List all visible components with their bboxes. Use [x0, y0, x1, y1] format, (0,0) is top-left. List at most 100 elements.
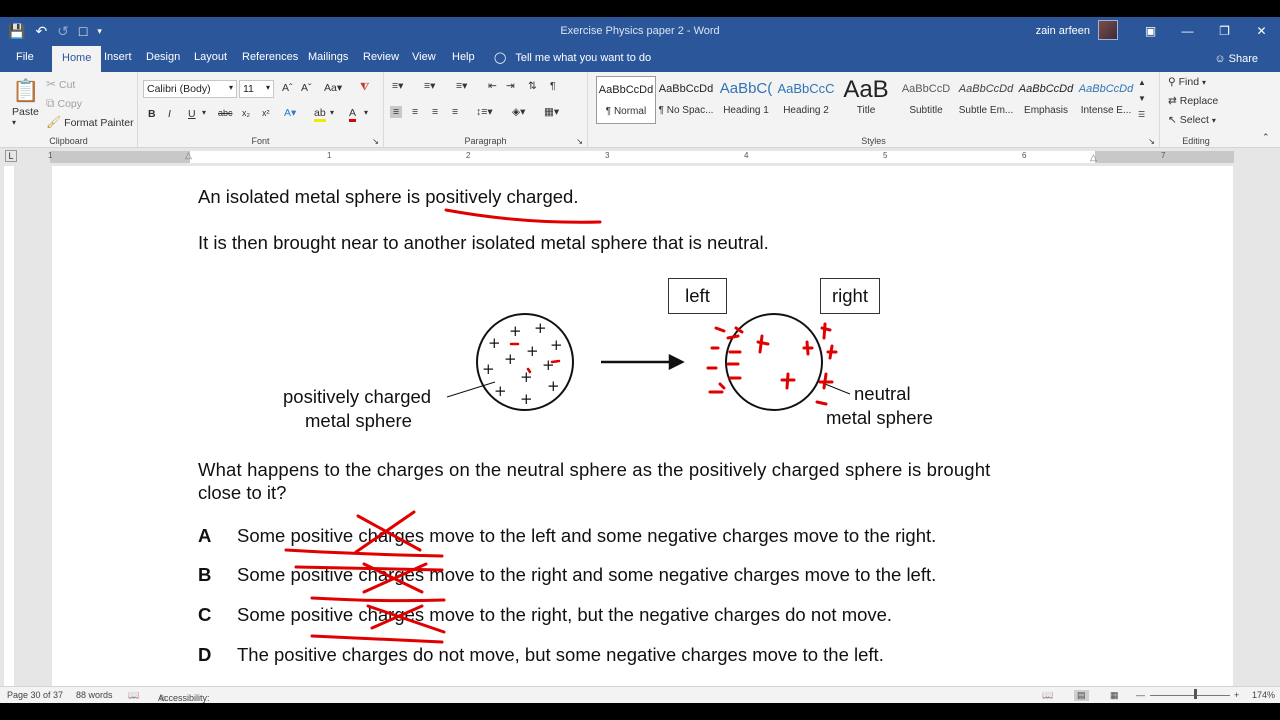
style-heading-1[interactable]: AaBbC(Heading 1 — [716, 76, 776, 124]
zoom-in-icon[interactable]: + — [1234, 690, 1239, 700]
tab-insert[interactable]: Insert — [104, 51, 132, 63]
share-button[interactable]: ☺ Share — [1214, 53, 1258, 65]
style-normal[interactable]: AaBbCcDd ¶ Normal — [596, 76, 656, 124]
underline-icon[interactable]: U — [188, 108, 196, 120]
font-size-select[interactable]: 11 ▾ — [239, 80, 274, 98]
align-center-icon[interactable]: ≡ — [412, 106, 418, 118]
option-c-text: Some positive charges move to the right,… — [237, 604, 893, 625]
font-color-icon[interactable]: A — [349, 107, 357, 122]
change-case-icon[interactable]: Aa▾ — [324, 82, 342, 94]
styles-scroll-down-icon[interactable]: ▼ — [1138, 94, 1146, 103]
borders-icon[interactable]: ▦▾ — [544, 106, 559, 118]
tab-mailings[interactable]: Mailings — [308, 51, 348, 63]
paste-button[interactable]: Paste — [12, 106, 39, 118]
ribbon-display-options-icon[interactable]: ▣ — [1132, 17, 1169, 46]
increase-indent-icon[interactable]: ⇥ — [506, 80, 515, 92]
shrink-font-icon[interactable]: Aˇ — [301, 82, 312, 94]
align-right-icon[interactable]: ≡ — [432, 106, 438, 118]
proofing-icon[interactable]: 📖 — [128, 690, 139, 701]
vertical-ruler[interactable] — [0, 166, 18, 686]
zoom-slider[interactable] — [1150, 695, 1230, 696]
align-left-icon[interactable]: ≡ — [390, 106, 403, 118]
font-dialog-launcher-icon[interactable]: ↘ — [372, 137, 379, 146]
tab-design[interactable]: Design — [146, 51, 180, 63]
underline-dropdown-icon[interactable]: ▾ — [202, 108, 206, 117]
style-name: ¶ No Spac... — [658, 105, 714, 116]
collapse-ribbon-icon[interactable]: ⌃ — [1262, 132, 1270, 143]
bold-icon[interactable]: B — [148, 108, 156, 120]
cut-button[interactable]: ✂ Cut — [46, 77, 75, 91]
close-icon[interactable]: ✕ — [1243, 17, 1280, 46]
select-button[interactable]: ↖ Select ▾ — [1168, 114, 1216, 126]
format-painter-button[interactable]: 🖌 Format Painter — [46, 115, 134, 129]
word-count[interactable]: 88 words — [76, 690, 113, 700]
style-intense-emphasis[interactable]: AaBbCcDd Intense E... — [1076, 76, 1136, 124]
highlight-dropdown-icon[interactable]: ▾ — [330, 108, 334, 117]
page-indicator[interactable]: Page 30 of 37 — [7, 690, 63, 700]
tell-me-box[interactable]: ◯ Tell me what you want to do — [494, 51, 651, 64]
paste-icon[interactable]: 📋 — [12, 78, 39, 104]
tab-layout[interactable]: Layout — [194, 51, 227, 63]
user-name[interactable]: zain arfeen — [1036, 25, 1090, 37]
style-preview: AaBbCcC — [777, 81, 835, 96]
avatar[interactable] — [1098, 20, 1118, 40]
style-no-spacing[interactable]: AaBbCcDd ¶ No Spac... — [656, 76, 716, 124]
zoom-slider-thumb[interactable] — [1194, 689, 1197, 699]
style-title[interactable]: AaB Title — [836, 76, 896, 124]
styles-dialog-launcher-icon[interactable]: ↘ — [1148, 137, 1155, 146]
line-spacing-icon[interactable]: ↕≡▾ — [476, 106, 493, 118]
zoom-level[interactable]: 174% — [1252, 690, 1275, 700]
restore-icon[interactable]: ❐ — [1206, 17, 1243, 46]
tab-review[interactable]: Review — [363, 51, 399, 63]
web-layout-icon[interactable]: ▦ — [1110, 690, 1119, 701]
horizontal-ruler[interactable]: L 1 1 2 3 4 5 6 7 △ △ — [0, 148, 1280, 166]
minimize-icon[interactable]: — — [1169, 17, 1206, 46]
copy-button[interactable]: ⧉ Copy — [46, 96, 82, 111]
document-page[interactable]: An isolated metal sphere is positively c… — [52, 166, 1233, 686]
decrease-indent-icon[interactable]: ⇤ — [488, 80, 497, 92]
shading-icon[interactable]: ◈▾ — [512, 106, 525, 118]
paragraph-dialog-launcher-icon[interactable]: ↘ — [576, 137, 583, 146]
replace-button[interactable]: ⇄ Replace — [1168, 95, 1218, 107]
tab-references[interactable]: References — [242, 51, 298, 63]
text-effects-icon[interactable]: A▾ — [284, 107, 296, 119]
style-subtle-emphasis[interactable]: AaBbCcDd Subtle Em... — [956, 76, 1016, 124]
svg-text:+: + — [520, 368, 533, 386]
print-layout-icon[interactable]: ▤ — [1074, 690, 1089, 701]
numbering-icon[interactable]: ≡▾ — [424, 80, 435, 92]
svg-text:+: + — [547, 377, 560, 395]
right-indent-marker-icon[interactable]: △ — [1090, 152, 1097, 163]
justify-icon[interactable]: ≡ — [452, 106, 458, 118]
multilevel-list-icon[interactable]: ≡▾ — [456, 80, 467, 92]
italic-icon[interactable]: I — [168, 108, 171, 120]
find-button[interactable]: ⚲ Find ▾ — [1168, 76, 1206, 88]
font-family-select[interactable]: Calibri (Body) ▾ — [143, 80, 237, 98]
show-formatting-marks-icon[interactable]: ¶ — [550, 80, 556, 92]
bullets-icon[interactable]: ≡▾ — [392, 80, 403, 92]
tab-help[interactable]: Help — [452, 51, 475, 63]
font-family-value: Calibri (Body) — [147, 83, 211, 95]
paste-dropdown-icon[interactable]: ▾ — [12, 118, 16, 127]
tab-file[interactable]: File — [16, 51, 34, 63]
styles-more-icon[interactable]: ☰ — [1138, 110, 1145, 119]
indent-marker-icon[interactable]: △ — [185, 150, 192, 161]
clear-formatting-icon[interactable]: ⧨ — [360, 81, 369, 94]
tab-selector-icon[interactable]: L — [5, 150, 17, 162]
read-mode-icon[interactable]: 📖 — [1042, 690, 1053, 701]
subscript-icon[interactable]: x₂ — [242, 108, 250, 118]
grow-font-icon[interactable]: Aˆ — [282, 82, 293, 94]
style-name: Intense E... — [1080, 105, 1132, 116]
tab-home[interactable]: Home — [52, 46, 102, 72]
highlight-icon[interactable]: ab — [314, 107, 326, 122]
style-heading-2[interactable]: AaBbCcC Heading 2 — [776, 76, 836, 124]
ruler-number: 6 — [1022, 151, 1027, 160]
style-emphasis[interactable]: AaBbCcDd Emphasis — [1016, 76, 1076, 124]
styles-scroll-up-icon[interactable]: ▲ — [1138, 78, 1146, 87]
font-color-dropdown-icon[interactable]: ▾ — [364, 108, 368, 117]
strikethrough-icon[interactable]: abc — [218, 108, 233, 118]
sort-icon[interactable]: ⇅ — [528, 80, 537, 92]
zoom-out-icon[interactable]: — — [1136, 690, 1145, 700]
style-subtitle[interactable]: AaBbCcD Subtitle — [896, 76, 956, 124]
superscript-icon[interactable]: x² — [262, 108, 270, 118]
tab-view[interactable]: View — [412, 51, 436, 63]
